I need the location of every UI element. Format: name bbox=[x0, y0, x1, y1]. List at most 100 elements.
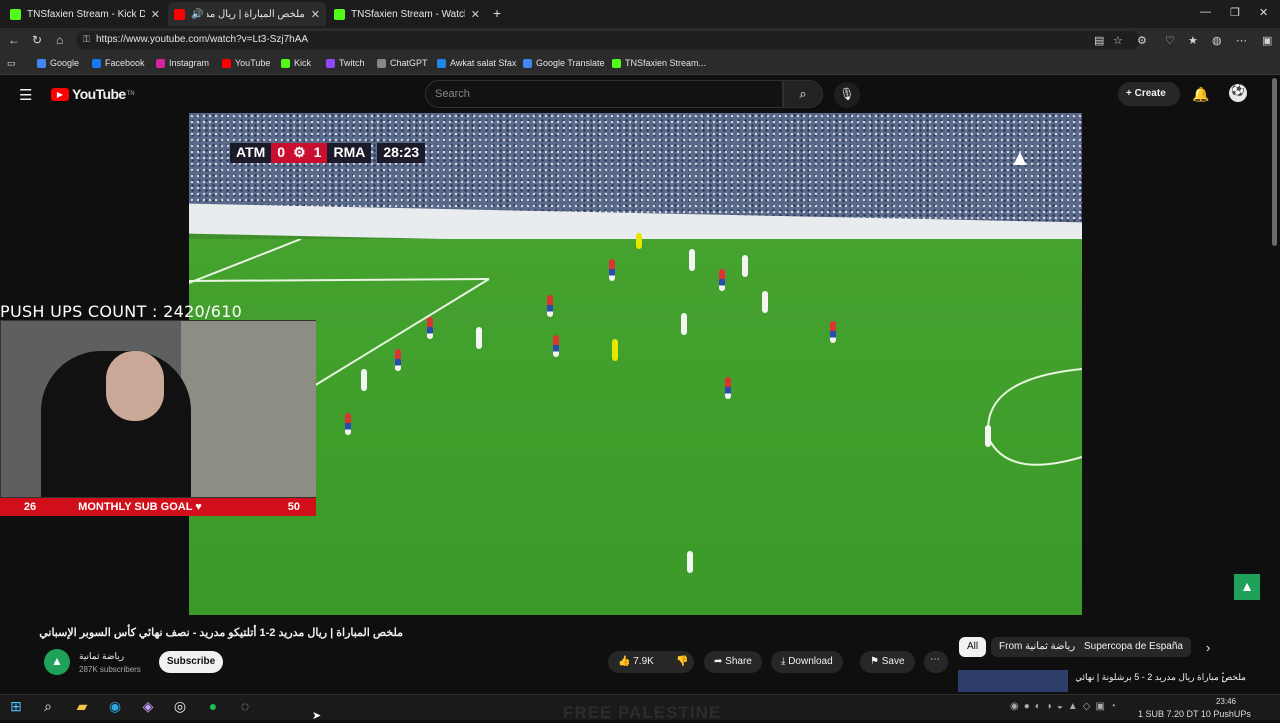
page-scrollbar[interactable] bbox=[1272, 78, 1277, 246]
app-icon[interactable]: ◌ bbox=[235, 698, 255, 718]
recommended-video[interactable]: ملخص مباراة ريال مدريد 2 - 5 برشلونة | ن… bbox=[958, 670, 1254, 692]
notifications-bell-icon[interactable]: 🔔 bbox=[1192, 86, 1209, 103]
profile-icon[interactable]: ◍ bbox=[1212, 34, 1222, 47]
bookmark-google[interactable]: Google bbox=[37, 58, 79, 68]
channel-avatar[interactable]: ▲ bbox=[44, 649, 70, 675]
chip-supercopa[interactable]: Supercopa de España bbox=[1076, 637, 1191, 657]
home-icon[interactable]: ⌂ bbox=[56, 33, 63, 47]
youtube-logo[interactable]: ▶ YouTube TN bbox=[51, 86, 135, 102]
bookmark-kick[interactable]: Kick bbox=[281, 58, 311, 68]
player bbox=[985, 425, 991, 447]
more-actions-button[interactable]: ⋯ bbox=[924, 651, 948, 673]
close-icon[interactable]: ✕ bbox=[151, 8, 160, 21]
green-arrow-button[interactable]: ▲ bbox=[1234, 574, 1260, 600]
chip-from-channel[interactable]: From رياضة ثمانية bbox=[991, 637, 1084, 657]
bookmarks-folder-icon[interactable]: ▭ bbox=[7, 58, 16, 69]
bookmark-google-translate[interactable]: Google Translate bbox=[523, 58, 605, 68]
bookmark-chatgpt[interactable]: ChatGPT bbox=[377, 58, 428, 68]
search-input[interactable]: Search bbox=[425, 80, 783, 108]
search-button[interactable]: ⌕ bbox=[783, 80, 823, 108]
linesman bbox=[636, 233, 642, 249]
more-vertical-icon[interactable]: ⋮ bbox=[1217, 670, 1229, 684]
taskbar-clock[interactable]: 23:46 bbox=[1200, 697, 1236, 706]
bookmark-label: ChatGPT bbox=[390, 58, 428, 68]
app-icon[interactable]: ◈ bbox=[138, 698, 158, 718]
save-button[interactable]: ⚑ Save bbox=[860, 651, 915, 673]
extensions-icon[interactable]: ⚙ bbox=[1137, 34, 1147, 47]
download-button[interactable]: ⤓ Download bbox=[771, 651, 843, 673]
home-team: ATM bbox=[230, 143, 272, 163]
kick-icon bbox=[612, 58, 621, 68]
close-icon[interactable]: ✕ bbox=[311, 8, 320, 21]
browser-tab-bar: TNSfaxien Stream - Kick Dashboa ✕ 🔊 ملخص… bbox=[0, 0, 1280, 28]
obs-icon[interactable]: ◎ bbox=[170, 698, 190, 718]
more-horizontal-icon: ⋯ bbox=[930, 654, 940, 665]
player bbox=[687, 551, 693, 573]
bookmark-facebook[interactable]: Facebook bbox=[92, 58, 145, 68]
bookmark-instagram[interactable]: Instagram bbox=[156, 58, 209, 68]
favorites-icon[interactable]: ★ bbox=[1188, 34, 1198, 47]
like-count: 7.9K bbox=[633, 656, 654, 667]
speaker-icon[interactable]: 🔊 bbox=[191, 9, 203, 20]
cup-logo-icon: ⚙ bbox=[291, 143, 308, 163]
file-explorer-icon[interactable]: ▰ bbox=[72, 698, 92, 718]
address-bar[interactable]: ⚿ https://www.youtube.com/watch?v=Lt3-Sz… bbox=[76, 31, 1140, 50]
hamburger-menu-icon[interactable]: ☰ bbox=[19, 86, 32, 104]
subscriber-count: 287K subscribers bbox=[79, 665, 141, 674]
player bbox=[547, 295, 553, 317]
tab-kick-dashboard[interactable]: TNSfaxien Stream - Kick Dashboa ✕ bbox=[4, 2, 166, 26]
share-button[interactable]: ➦ Share bbox=[704, 651, 762, 673]
refresh-icon[interactable]: ↻ bbox=[32, 33, 42, 47]
scorebug: ATM 0 ⚙ 1 RMA 28:23 bbox=[230, 143, 426, 163]
browser-essentials-icon[interactable]: ♡ bbox=[1165, 34, 1175, 47]
chatgpt-icon bbox=[377, 58, 386, 68]
player bbox=[395, 349, 401, 371]
country-code: TN bbox=[126, 91, 135, 97]
back-icon[interactable]: ← bbox=[8, 33, 20, 47]
youtube-icon bbox=[174, 8, 185, 20]
windows-start-icon[interactable]: ⊞ bbox=[6, 698, 26, 718]
tab-kick-live[interactable]: TNSfaxien Stream - Watch Live on ✕ bbox=[328, 2, 486, 26]
close-icon[interactable]: ✕ bbox=[471, 8, 480, 21]
channel-name[interactable]: رياضة ثمانية bbox=[79, 651, 124, 662]
bookmark-tnsfaxien[interactable]: TNSfaxien Stream... bbox=[612, 58, 706, 68]
like-button[interactable]: 👍 7.9K bbox=[608, 651, 666, 673]
tab-youtube-video[interactable]: 🔊 ملخص المباراة | ريال مدريد 2-1 ✕ bbox=[168, 2, 326, 26]
account-avatar[interactable]: ⚽ bbox=[1229, 84, 1247, 102]
system-tray-icons[interactable]: ◉●◐◑◒▲◇▣◔ bbox=[1010, 701, 1121, 712]
dislike-button[interactable]: 👎 bbox=[666, 651, 694, 673]
sub-goal-bar: 26 MONTHLY SUB GOAL ♥ 50 bbox=[0, 498, 316, 516]
minimize-icon[interactable]: — bbox=[1200, 6, 1211, 18]
restore-icon[interactable]: ❐ bbox=[1230, 6, 1240, 19]
bookmark-awkat-salat[interactable]: Awkat salat Sfax bbox=[437, 58, 516, 68]
bookmark-youtube[interactable]: YouTube bbox=[222, 58, 270, 68]
video-title: ملخص المباراة | ريال مدريد 2-1 أتلتيكو م… bbox=[39, 627, 403, 639]
recommended-thumbnail[interactable] bbox=[958, 670, 1068, 692]
video-player[interactable]: ATM 0 ⚙ 1 RMA 28:23 ▲ bbox=[189, 113, 1082, 615]
voice-search-button[interactable]: 🎙 bbox=[834, 82, 860, 108]
close-window-icon[interactable]: ✕ bbox=[1259, 6, 1268, 19]
new-tab-icon[interactable]: + bbox=[493, 5, 501, 21]
bookmark-label: Awkat salat Sfax bbox=[450, 58, 517, 68]
site-info-icon[interactable]: ⚿ bbox=[83, 34, 90, 45]
bookmark-twitch[interactable]: Twitch bbox=[326, 58, 365, 68]
search-icon: ⌕ bbox=[799, 86, 807, 101]
away-team: RMA bbox=[327, 143, 372, 163]
spotify-icon[interactable]: ● bbox=[203, 698, 223, 718]
stream-ticker: 1 SUB 7.20 DT 10 PushUPs bbox=[1138, 709, 1251, 719]
bookmark-label: Google bbox=[50, 58, 80, 68]
more-menu-icon[interactable]: ⋯ bbox=[1236, 34, 1247, 47]
sidebar-icon[interactable]: ▣ bbox=[1262, 34, 1272, 47]
subscribe-button[interactable]: Subscribe bbox=[159, 651, 223, 673]
create-button[interactable]: + Create bbox=[1118, 82, 1180, 106]
bookmark-label: Kick bbox=[294, 58, 312, 68]
chevron-right-icon[interactable]: › bbox=[1206, 640, 1210, 655]
referee bbox=[612, 339, 618, 361]
download-label: Download bbox=[788, 656, 833, 667]
bookmark-label: Instagram bbox=[169, 58, 210, 68]
favorite-star-icon[interactable]: ☆ bbox=[1113, 34, 1123, 47]
chip-all[interactable]: All bbox=[959, 637, 987, 657]
search-icon[interactable]: ⌕ bbox=[38, 698, 58, 718]
split-view-icon[interactable]: ▤ bbox=[1094, 34, 1104, 47]
edge-icon[interactable]: ◉ bbox=[105, 698, 125, 718]
